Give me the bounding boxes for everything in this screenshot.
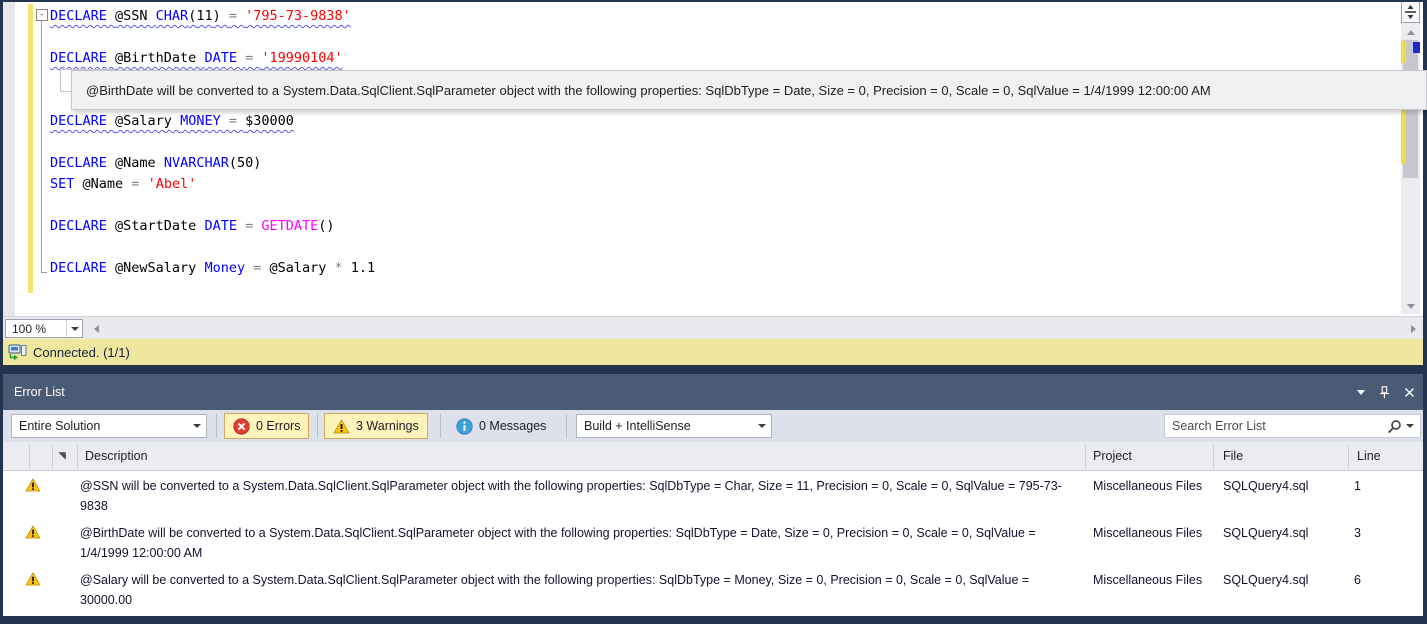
column-header-file[interactable]: File bbox=[1223, 449, 1243, 463]
code-line-11[interactable]: DECLARE @StartDate DATE = GETDATE() bbox=[50, 216, 335, 237]
chevron-down-icon bbox=[753, 424, 771, 428]
error-row-2[interactable]: @BirthDate will be converted to a System… bbox=[3, 518, 1423, 565]
window-position-icon[interactable] bbox=[1357, 389, 1365, 395]
error-list-header: Description Project File Line bbox=[3, 442, 1423, 471]
chevron-down-icon[interactable] bbox=[1406, 424, 1414, 428]
code-lines: DECLARE @SSN CHAR(11) = '795-73-9838' DEC… bbox=[3, 2, 1423, 316]
search-icon[interactable] bbox=[1387, 419, 1402, 434]
editor-bottom-bar: 100 % bbox=[3, 316, 1423, 339]
row-project: Miscellaneous Files bbox=[1093, 573, 1203, 587]
change-marker bbox=[1401, 41, 1406, 63]
status-text: Connected. (1/1) bbox=[33, 344, 130, 360]
errors-filter-button[interactable]: 0 Errors bbox=[224, 413, 310, 439]
search-input[interactable] bbox=[1165, 419, 1387, 433]
warning-icon bbox=[25, 478, 41, 492]
column-header-project[interactable]: Project bbox=[1093, 449, 1132, 463]
scope-filter-value: Entire Solution bbox=[19, 419, 101, 433]
error-row-1[interactable]: @SSN will be converted to a System.Data.… bbox=[3, 471, 1423, 518]
chevron-down-icon bbox=[188, 424, 206, 428]
editor-split-handle-icon[interactable] bbox=[1401, 0, 1420, 23]
code-line-1[interactable]: DECLARE @SSN CHAR(11) = '795-73-9838' bbox=[50, 6, 351, 27]
warnings-filter-label: 3 Warnings bbox=[356, 419, 419, 433]
quick-info-tooltip: @BirthDate will be converted to a System… bbox=[71, 70, 1427, 110]
ssms-window: - DECLARE @SSN CHAR(11) = '795-73-9838' D… bbox=[0, 0, 1427, 624]
code-line-9[interactable]: SET @Name = 'Abel' bbox=[50, 174, 196, 195]
connected-server-icon bbox=[8, 344, 27, 360]
messages-filter-button[interactable]: 0 Messages bbox=[448, 413, 554, 439]
column-header-line[interactable]: Line bbox=[1357, 449, 1381, 463]
row-file: SQLQuery4.sql bbox=[1223, 479, 1309, 493]
scroll-down-icon[interactable] bbox=[1401, 299, 1420, 313]
code-line-13[interactable]: DECLARE @NewSalary Money = @Salary * 1.1 bbox=[50, 258, 375, 279]
error-row-3[interactable]: @Salary will be converted to a System.Da… bbox=[3, 565, 1423, 612]
build-intellisense-value: Build + IntelliSense bbox=[584, 419, 691, 433]
connection-status-bar: Connected. (1/1) bbox=[3, 339, 1423, 365]
panel-title: Error List bbox=[14, 385, 65, 399]
errors-filter-label: 0 Errors bbox=[256, 419, 301, 433]
scroll-right-icon[interactable] bbox=[1405, 321, 1421, 336]
warning-icon bbox=[25, 572, 41, 586]
severity-column-icon bbox=[58, 452, 66, 460]
info-icon bbox=[456, 417, 473, 435]
error-list-toolbar: Entire Solution 0 Errors 3 Warnings 0 Me… bbox=[3, 410, 1423, 442]
row-file: SQLQuery4.sql bbox=[1223, 526, 1309, 540]
pin-icon[interactable] bbox=[1379, 385, 1390, 399]
error-list-search[interactable] bbox=[1164, 414, 1421, 438]
row-project: Miscellaneous Files bbox=[1093, 479, 1203, 493]
warning-icon bbox=[25, 525, 41, 539]
build-intellisense-dropdown[interactable]: Build + IntelliSense bbox=[576, 414, 772, 438]
error-icon bbox=[233, 417, 250, 435]
scroll-up-icon[interactable] bbox=[1401, 25, 1420, 39]
close-icon[interactable] bbox=[1404, 387, 1415, 398]
error-rows: @SSN will be converted to a System.Data.… bbox=[3, 471, 1423, 616]
row-description: @SSN will be converted to a System.Data.… bbox=[80, 479, 1062, 513]
scope-filter-dropdown[interactable]: Entire Solution bbox=[11, 414, 207, 438]
code-line-8[interactable]: DECLARE @Name NVARCHAR(50) bbox=[50, 153, 261, 174]
warnings-filter-button[interactable]: 3 Warnings bbox=[324, 413, 428, 439]
warning-icon bbox=[333, 418, 350, 433]
row-description: @BirthDate will be converted to a System… bbox=[80, 526, 1036, 560]
editor-vertical-scrollbar[interactable] bbox=[1401, 0, 1420, 314]
row-file: SQLQuery4.sql bbox=[1223, 573, 1309, 587]
zoom-level-value: 100 % bbox=[12, 321, 47, 336]
row-line: 6 bbox=[1354, 573, 1361, 587]
zoom-level-dropdown[interactable]: 100 % bbox=[5, 319, 83, 338]
row-project: Miscellaneous Files bbox=[1093, 526, 1203, 540]
chevron-down-icon[interactable] bbox=[66, 320, 82, 337]
sql-editor[interactable]: - DECLARE @SSN CHAR(11) = '795-73-9838' D… bbox=[3, 2, 1423, 316]
scroll-left-icon[interactable] bbox=[88, 321, 104, 336]
error-list-titlebar[interactable]: Error List bbox=[3, 374, 1423, 410]
row-description: @Salary will be converted to a System.Da… bbox=[80, 573, 1030, 607]
code-line-6[interactable]: DECLARE @Salary MONEY = $30000 bbox=[50, 111, 294, 132]
row-line: 1 bbox=[1354, 479, 1361, 493]
messages-filter-label: 0 Messages bbox=[479, 419, 547, 433]
code-line-3[interactable]: DECLARE @BirthDate DATE = '19990104' bbox=[50, 48, 343, 69]
row-line: 3 bbox=[1354, 526, 1361, 540]
column-header-description[interactable]: Description bbox=[85, 449, 148, 463]
caret-position-marker bbox=[1413, 42, 1420, 53]
